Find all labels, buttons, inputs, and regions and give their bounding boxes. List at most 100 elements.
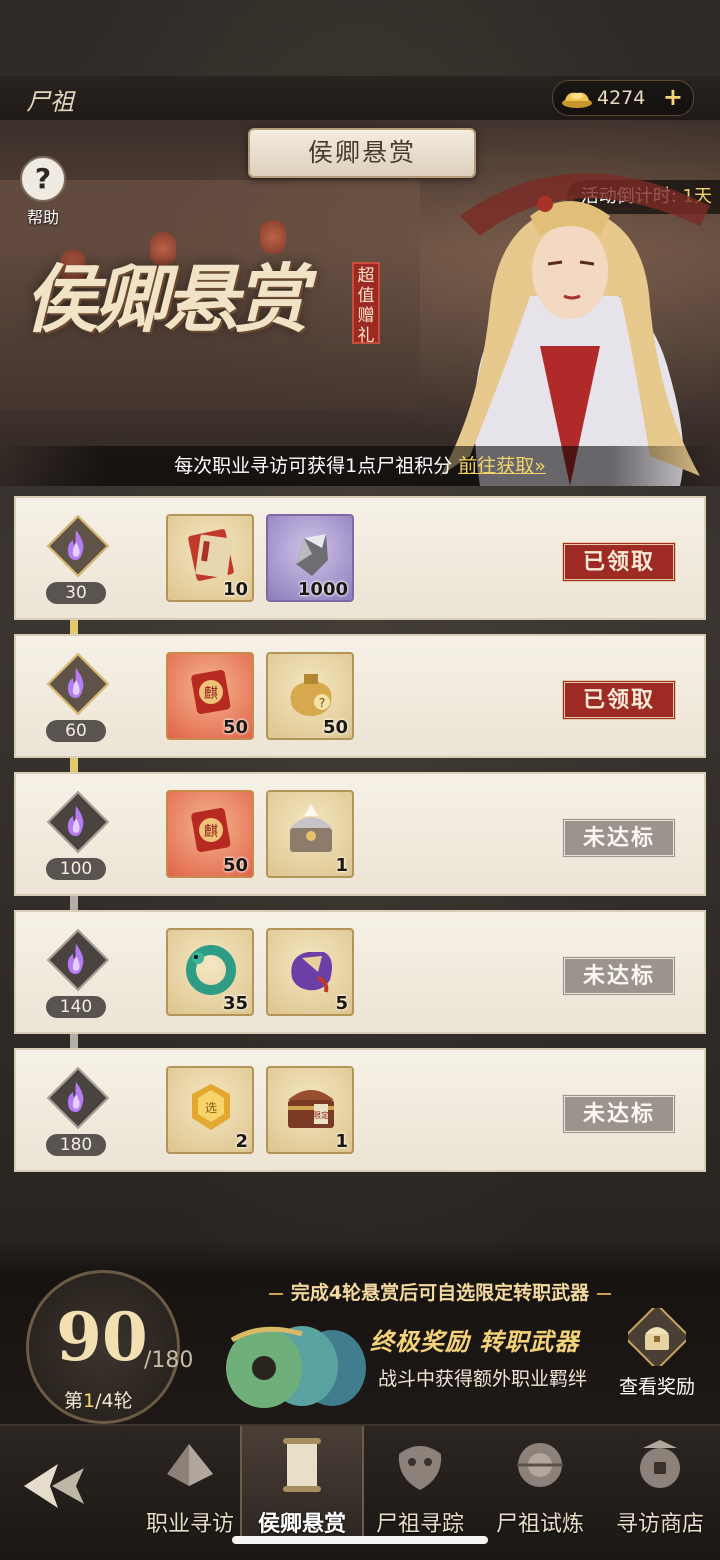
- origami-icon: [167, 1444, 213, 1486]
- reward-item[interactable]: 限定 1: [266, 1066, 354, 1154]
- svg-text:麒: 麒: [204, 686, 218, 702]
- svg-text:限定: 限定: [313, 1110, 329, 1120]
- item-quantity: 50: [322, 717, 348, 738]
- view-rewards-label: 查看奖励: [618, 1376, 695, 1398]
- gold-ingot-icon: [562, 92, 592, 108]
- help-label: 帮助: [26, 208, 59, 227]
- item-quantity: 50: [222, 717, 248, 738]
- reward-row: 30 10 1000 已领取: [14, 496, 706, 620]
- add-currency-button[interactable]: +: [663, 83, 683, 111]
- tab-career-recruit[interactable]: 职业寻访: [130, 1426, 250, 1537]
- item-quantity: 1: [335, 855, 348, 876]
- points-info-text: 每次职业寻访可获得1点尸祖积分: [174, 455, 459, 477]
- round-counter: 第1/4轮: [64, 1390, 133, 1412]
- reward-list: 30 10 1000 已领取 60 麒 50 ? 50 已领取 100 麒 50…: [14, 496, 706, 1186]
- svg-text:选: 选: [205, 1101, 217, 1115]
- reward-item[interactable]: 10: [166, 514, 254, 602]
- purple-flame-icon: [67, 944, 84, 974]
- reward-item[interactable]: 选 2: [166, 1066, 254, 1154]
- gold-coin-icon: 选: [192, 1084, 230, 1130]
- not-reached-status-button[interactable]: 未达标: [562, 818, 676, 858]
- limited-chest-icon: 限定: [288, 1090, 334, 1128]
- view-rewards-button[interactable]: 查看奖励: [612, 1303, 702, 1404]
- milestone-threshold: 60: [46, 720, 106, 742]
- jade-dragon-ring-icon: [186, 945, 236, 995]
- final-reward-title: 终极奖励 转职武器: [370, 1327, 580, 1356]
- treasure-chest-icon: [290, 804, 332, 852]
- milestone-threshold: 180: [46, 1134, 106, 1156]
- item-quantity: 10: [222, 579, 248, 600]
- reward-item[interactable]: 1: [266, 790, 354, 878]
- reward-row: 60 麒 50 ? 50 已领取: [14, 634, 706, 758]
- reward-chest-icon: [623, 1303, 691, 1371]
- milestone-node: 100: [44, 788, 110, 884]
- shield-icon: [517, 1443, 563, 1487]
- tab-bounty[interactable]: 侯卿悬赏: [240, 1426, 364, 1537]
- points-progress: 90 /180 第1/4轮: [26, 1270, 193, 1424]
- mask-icon: [398, 1446, 442, 1490]
- milestone-threshold: 140: [46, 996, 106, 1018]
- purple-flame-icon: [67, 1082, 84, 1112]
- svg-text:?: ?: [319, 696, 325, 710]
- current-points: 90: [56, 1298, 148, 1376]
- reward-row: 140 35 5 未达标: [14, 910, 706, 1034]
- milestone-node: 140: [44, 926, 110, 1022]
- milestone-node: 180: [44, 1064, 110, 1160]
- hero-character-illustration: [440, 173, 710, 486]
- top-bar: 尸祖 4274 +: [0, 76, 720, 120]
- currency-value: 4274: [597, 87, 646, 109]
- item-quantity: 35: [222, 993, 248, 1014]
- reward-row: 180 选 2 限定 1 未达标: [14, 1048, 706, 1172]
- lucky-bag-icon: ?: [290, 674, 332, 716]
- tab-trial[interactable]: 尸祖试炼: [480, 1426, 600, 1537]
- reward-item[interactable]: ? 50: [266, 652, 354, 740]
- banner-info-bar: 每次职业寻访可获得1点尸祖积分 前往获取»: [0, 446, 720, 486]
- question-mark-icon: ?: [20, 156, 66, 202]
- milestone-node: 30: [44, 512, 110, 608]
- reward-row: 100 麒 50 1 未达标: [14, 772, 706, 896]
- purple-flame-icon: [67, 530, 84, 560]
- purple-flame-icon: [67, 668, 84, 698]
- coin-icon: [640, 1440, 680, 1488]
- jade-discs-icon: [226, 1326, 366, 1408]
- calligraphy-title: 侯卿悬赏: [24, 257, 308, 343]
- reward-item[interactable]: 麒 50: [166, 790, 254, 878]
- item-quantity: 50: [222, 855, 248, 876]
- milestone-threshold: 100: [46, 858, 106, 880]
- reward-item[interactable]: 1000: [266, 514, 354, 602]
- item-quantity: 5: [335, 993, 348, 1014]
- red-token-icon: 麒: [191, 808, 231, 853]
- scroll-icon: [283, 1438, 321, 1492]
- reward-item[interactable]: 5: [266, 928, 354, 1016]
- milestone-threshold: 30: [46, 582, 106, 604]
- item-quantity: 1: [335, 1131, 348, 1152]
- reward-item[interactable]: 麒 50: [166, 652, 254, 740]
- svg-text:麒: 麒: [204, 824, 218, 840]
- mode-title: 尸祖: [26, 88, 74, 116]
- silver-ore-icon: [296, 534, 328, 576]
- event-banner: 侯卿悬赏 ? 帮助 活动倒计时: 1天 侯卿悬赏 超值赠礼 每次职业寻访可获得1…: [0, 120, 720, 486]
- back-arrow-icon[interactable]: [14, 1456, 100, 1516]
- purple-flame-icon: [67, 806, 84, 836]
- item-quantity: 2: [235, 1131, 248, 1152]
- tab-shop[interactable]: 寻访商店: [600, 1426, 720, 1537]
- currency-display: 4274 +: [552, 80, 694, 116]
- scroll-icon: [188, 529, 234, 581]
- final-reward-notice: 完成4轮悬赏后可自选限定转职武器: [240, 1278, 640, 1305]
- home-indicator[interactable]: [232, 1536, 488, 1544]
- claimed-status-button[interactable]: 已领取: [562, 680, 676, 720]
- not-reached-status-button[interactable]: 未达标: [562, 1094, 676, 1134]
- final-reward-subtitle: 战斗中获得额外职业羁绊: [378, 1368, 588, 1390]
- red-token-icon: 麒: [191, 670, 231, 715]
- item-quantity: 1000: [297, 579, 348, 600]
- claimed-status-button[interactable]: 已领取: [562, 542, 676, 582]
- tab-trace[interactable]: 尸祖寻踪: [360, 1426, 480, 1537]
- milestone-node: 60: [44, 650, 110, 746]
- not-reached-status-button[interactable]: 未达标: [562, 956, 676, 996]
- current-round: 1: [83, 1390, 96, 1412]
- reward-item[interactable]: 35: [166, 928, 254, 1016]
- purple-bundle-icon: [291, 952, 332, 993]
- help-button[interactable]: ? 帮助: [16, 156, 70, 227]
- max-points: /180: [144, 1348, 194, 1373]
- go-obtain-link[interactable]: 前往获取»: [458, 455, 546, 477]
